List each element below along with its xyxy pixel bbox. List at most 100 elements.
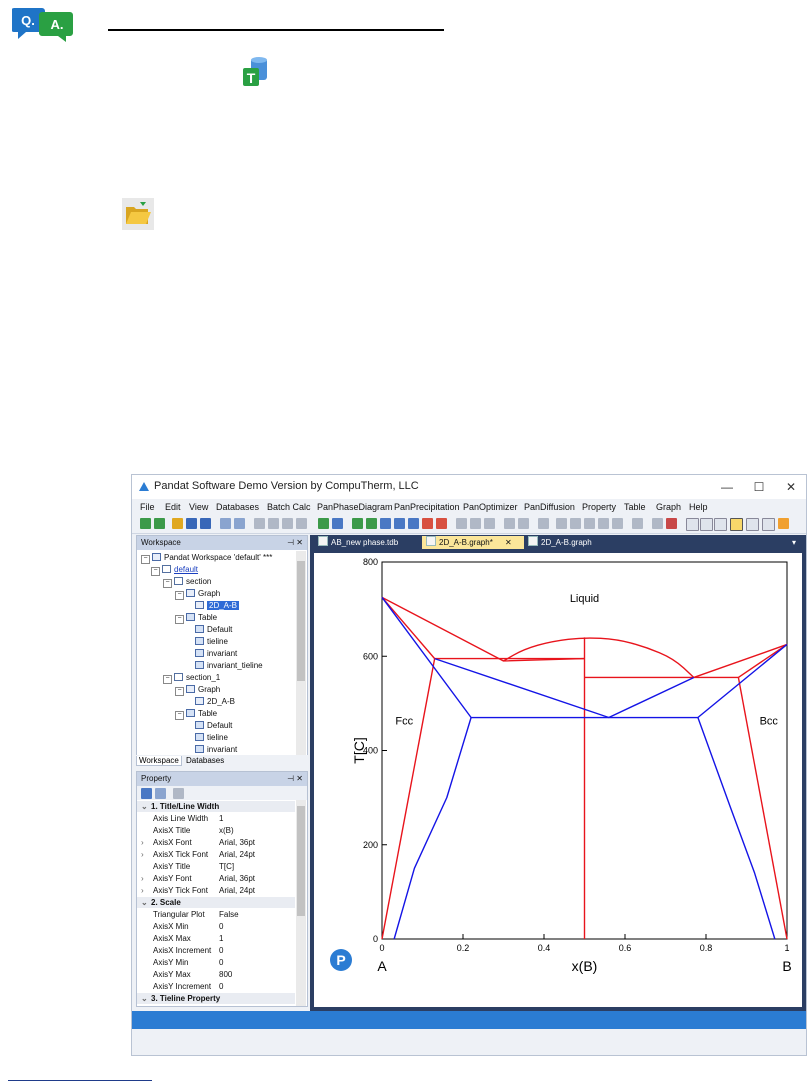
property-value[interactable]: Arial, 36pt — [219, 873, 255, 884]
property-category[interactable]: ⌄ 2. Scale — [137, 897, 295, 908]
maximize-button[interactable]: ☐ — [744, 478, 774, 496]
collapse-chevron-icon[interactable]: ⌄ — [141, 801, 148, 812]
phase-diagram-chart[interactable]: 0 0.2 0.4 0.6 0.8 10200400600800x(B)T[C] A BLi… — [314, 553, 802, 1007]
paste-icon[interactable] — [282, 518, 293, 529]
menu-table[interactable]: Table — [624, 502, 646, 512]
menu-file[interactable]: File — [140, 502, 155, 512]
menu-panprecipitation[interactable]: PanPrecipitation — [394, 502, 460, 512]
property-category[interactable]: ⌄ 1. Title/Line Width — [137, 801, 295, 812]
graph-canvas[interactable]: 0 0.2 0.4 0.6 0.8 1 0 200 400 600 800 x(B) T[C] A B Li… — [314, 553, 802, 1007]
tool-e-icon[interactable] — [518, 518, 529, 529]
tree-graph-1[interactable]: − Graph — [175, 684, 220, 696]
tree-default[interactable]: − default — [151, 564, 198, 576]
tool-j-icon[interactable] — [598, 518, 609, 529]
workspace-scrollbar[interactable] — [296, 551, 306, 755]
tree-graph-file-1[interactable]: 2D_A-B — [195, 696, 235, 707]
tree-graph[interactable]: − Graph — [175, 588, 220, 600]
tool-m-icon[interactable] — [652, 518, 663, 529]
tree-table-1-default[interactable]: Default — [195, 720, 232, 731]
tree-table-default[interactable]: Default — [195, 624, 232, 635]
ternary-icon[interactable] — [422, 518, 433, 529]
doc-tab-close-icon[interactable]: ✕ — [505, 538, 512, 547]
tool-a-icon[interactable] — [456, 518, 467, 529]
panel-pin-close-icon[interactable]: ⊣ ✕ — [287, 774, 303, 783]
property-value[interactable]: x(B) — [219, 825, 234, 836]
tool-f-icon[interactable] — [538, 518, 549, 529]
tool-l-icon[interactable] — [632, 518, 643, 529]
property-value[interactable]: 0 — [219, 957, 223, 968]
envelope-icon[interactable] — [408, 518, 419, 529]
categorized-icon[interactable] — [141, 788, 152, 799]
save-icon[interactable] — [186, 518, 197, 529]
point-calc-icon[interactable] — [366, 518, 377, 529]
property-row[interactable]: › AxisX Tick Font Arial, 24pt — [137, 849, 295, 860]
collapse-chevron-icon[interactable]: ⌄ — [141, 897, 148, 908]
pan-icon[interactable] — [436, 518, 447, 529]
tool-n-icon[interactable] — [666, 518, 677, 529]
new-workspace-icon[interactable] — [140, 518, 151, 529]
copy-icon[interactable] — [268, 518, 279, 529]
menu-pandiffusion[interactable]: PanDiffusion — [524, 502, 575, 512]
sort-az-icon[interactable] — [155, 788, 166, 799]
property-row[interactable]: AxisY Title T[C] — [137, 861, 295, 872]
property-row[interactable]: › AxisY Tick Font Arial, 24pt — [137, 885, 295, 896]
expand-chevron-icon[interactable]: › — [141, 849, 144, 860]
tool-k-icon[interactable] — [612, 518, 623, 529]
tool-d-icon[interactable] — [504, 518, 515, 529]
open-icon[interactable] — [172, 518, 183, 529]
panel-pin-close-icon[interactable]: ⊣ ✕ — [287, 538, 303, 547]
property-row[interactable]: AxisX Max 1 — [137, 933, 295, 944]
expand-chevron-icon[interactable]: › — [141, 873, 144, 884]
property-pages-icon[interactable] — [173, 788, 184, 799]
tab-workspace[interactable]: Workspace — [136, 756, 182, 766]
property-row[interactable]: Axis Line Width 1 — [137, 813, 295, 824]
property-value[interactable]: 1 — [219, 813, 223, 824]
menu-batch-calc[interactable]: Batch Calc — [267, 502, 311, 512]
property-scroll-thumb[interactable] — [297, 806, 305, 916]
tool-i-icon[interactable] — [584, 518, 595, 529]
close-button[interactable]: ✕ — [776, 478, 806, 496]
tree-table-1-invariant[interactable]: invariant — [195, 744, 237, 755]
doc-tab-graph[interactable]: 2D_A-B.graph — [524, 536, 618, 549]
doc-tab-graph-active[interactable]: 2D_A-B.graph* ✕ — [422, 536, 524, 549]
property-row[interactable]: › AxisX Font Arial, 36pt — [137, 837, 295, 848]
property-row[interactable]: AxisY Max 800 — [137, 969, 295, 980]
property-value[interactable]: 0 — [219, 945, 223, 956]
tree-graph-file[interactable]: 2D_A-B — [195, 600, 240, 611]
new-file-icon[interactable] — [154, 518, 165, 529]
legend-icon[interactable] — [746, 518, 759, 531]
property-value[interactable]: 0 — [219, 921, 223, 932]
tree-table[interactable]: − Table — [175, 612, 217, 624]
collapse-chevron-icon[interactable]: ⌄ — [141, 993, 148, 1004]
tab-databases[interactable]: Databases — [184, 756, 226, 765]
tabs-dropdown-icon[interactable]: ▾ — [788, 536, 796, 549]
line-calc-icon[interactable] — [380, 518, 391, 529]
tool-c-icon[interactable] — [484, 518, 495, 529]
property-value[interactable]: T[C] — [219, 861, 234, 872]
cut-icon[interactable] — [254, 518, 265, 529]
property-row[interactable]: AxisX Increment 0 — [137, 945, 295, 956]
tree-section[interactable]: − section — [163, 576, 211, 588]
property-category[interactable]: ⌄ 3. Tieline Property — [137, 993, 295, 1004]
tool-h-icon[interactable] — [570, 518, 581, 529]
menu-help[interactable]: Help — [689, 502, 708, 512]
hand-icon[interactable] — [714, 518, 727, 531]
property-value[interactable]: 1 — [219, 933, 223, 944]
print-preview-icon[interactable] — [220, 518, 231, 529]
download-icon[interactable] — [352, 518, 363, 529]
pencil-icon[interactable] — [778, 518, 789, 529]
menu-panphasediagram[interactable]: PanPhaseDiagram — [317, 502, 393, 512]
property-value[interactable]: 0 — [219, 981, 223, 992]
table-icon[interactable] — [332, 518, 343, 529]
tree-table-1[interactable]: − Table — [175, 708, 217, 720]
tree-table-invariant-tieline[interactable]: invariant_tieline — [195, 660, 263, 671]
zoom-icon[interactable] — [700, 518, 713, 531]
tree-root[interactable]: − Pandat Workspace 'default' *** — [141, 552, 272, 564]
property-row[interactable]: AxisX Title x(B) — [137, 825, 295, 836]
tool-g-icon[interactable] — [556, 518, 567, 529]
property-value[interactable]: False — [219, 909, 239, 920]
delete-icon[interactable] — [296, 518, 307, 529]
property-row[interactable]: › AxisY Font Arial, 36pt — [137, 873, 295, 884]
property-row[interactable]: Triangular Plot False — [137, 909, 295, 920]
expand-chevron-icon[interactable]: › — [141, 837, 144, 848]
